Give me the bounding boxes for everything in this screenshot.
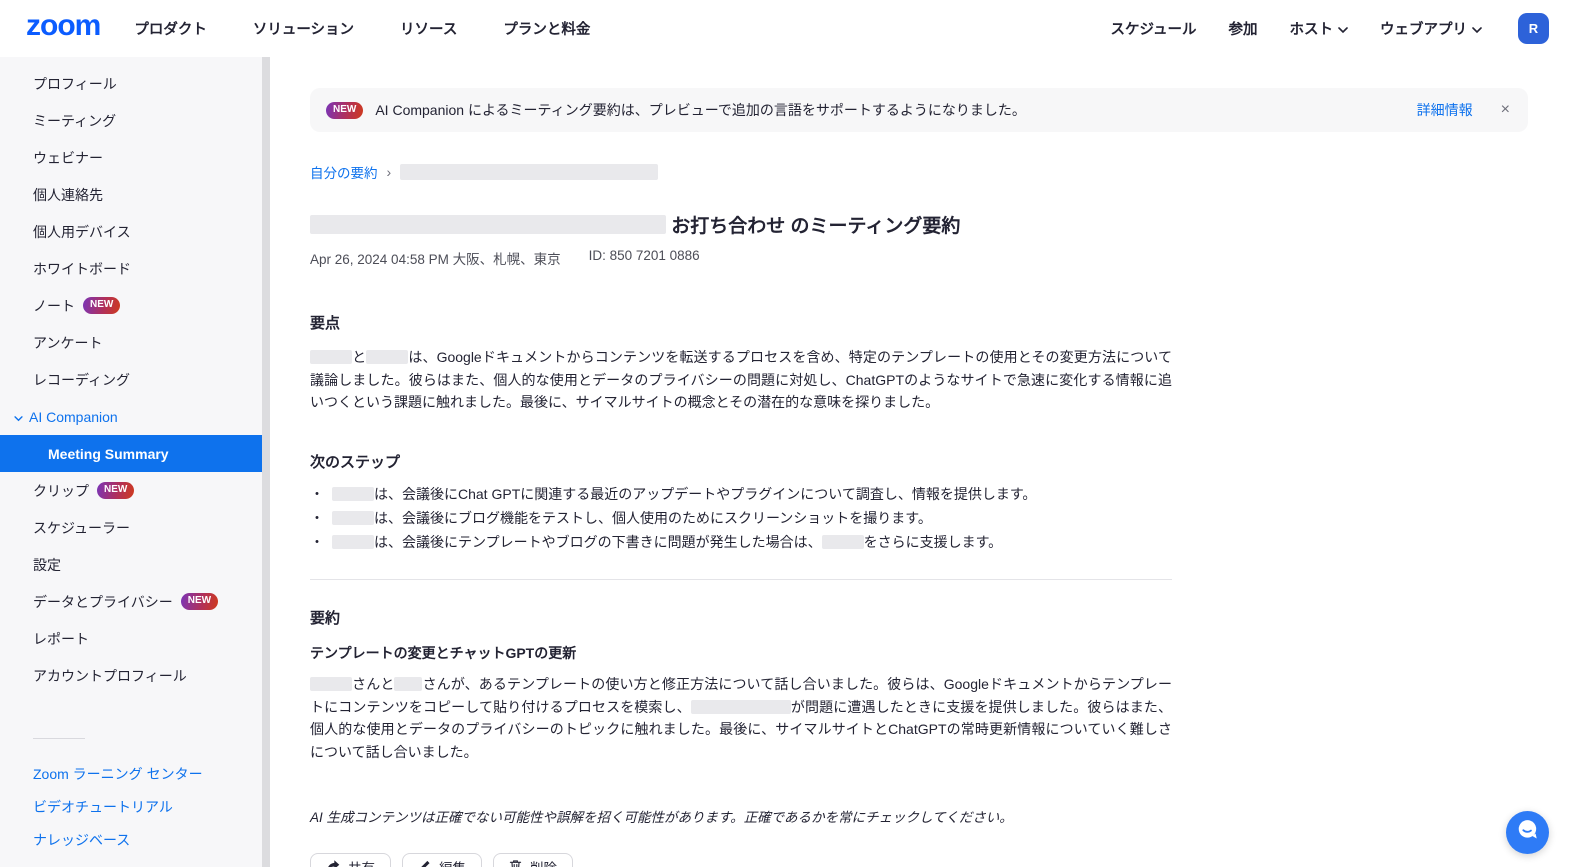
new-badge: NEW (181, 593, 218, 610)
meeting-id: ID: 850 7201 0886 (589, 248, 700, 268)
redacted-name (332, 487, 374, 501)
redacted-name (332, 511, 374, 525)
chat-launcher-button[interactable] (1506, 811, 1549, 854)
sidebar-item-recordings[interactable]: レコーディング (0, 361, 270, 398)
share-icon (326, 859, 340, 867)
action-buttons: 共有 編集 削除 (310, 853, 1172, 867)
next-step-item: ・ は、会議後にブログ機能をテストし、個人使用のためにスクリーンショットを撮りま… (310, 509, 1172, 528)
sidebar-link-knowledge-base[interactable]: ナレッジベース (0, 823, 270, 856)
nav-solutions[interactable]: ソリューション (253, 18, 354, 39)
sidebar-link-learning-center[interactable]: Zoom ラーニング センター (0, 757, 270, 790)
summary-subheading: テンプレートの変更とチャットGPTの更新 (310, 643, 1172, 663)
top-header: zoom プロダクト ソリューション リソース プランと料金 スケジュール 参加… (0, 0, 1575, 57)
zoom-logo[interactable]: zoom (26, 11, 100, 47)
new-badge: NEW (97, 482, 134, 499)
nav-host[interactable]: ホスト (1290, 18, 1349, 39)
sidebar-item-account-profile[interactable]: アカウントプロフィール (0, 657, 270, 694)
keypoints-body: とは、Googleドキュメントからコンテンツを転送するプロセスを含め、特定のテン… (310, 346, 1172, 414)
edit-button[interactable]: 編集 (402, 853, 482, 867)
breadcrumb-my-summaries[interactable]: 自分の要約 (310, 162, 378, 182)
share-button[interactable]: 共有 (310, 853, 391, 867)
banner-message: AI Companion によるミーティング要約は、プレビューで追加の言語をサポ… (375, 100, 1026, 120)
next-step-item: ・ は、会議後にテンプレートやブログの下書きに問題が発生した場合は、をさらに支援… (310, 533, 1172, 552)
sidebar-item-meeting-summary[interactable]: Meeting Summary (0, 435, 262, 472)
summary-body: さんとさんが、あるテンプレートの使い方と修正方法について話し合いました。彼らは、… (310, 673, 1172, 764)
redacted-name (310, 350, 352, 364)
summary-heading: 要約 (310, 607, 1172, 628)
sidebar-item-whiteboard[interactable]: ホワイトボード (0, 250, 270, 287)
nav-webapp[interactable]: ウェブアプリ (1380, 18, 1482, 39)
sidebar-item-settings[interactable]: 設定 (0, 546, 270, 583)
nav-products[interactable]: プロダクト (134, 18, 207, 39)
nav-plans[interactable]: プランと料金 (503, 18, 590, 39)
pencil-icon (418, 859, 431, 867)
sidebar-item-notes[interactable]: ノートNEW (0, 287, 270, 324)
keypoints-heading: 要点 (310, 312, 1172, 333)
next-step-item: ・ は、会議後にChat GPTに関連する最近のアップデートやプラグインについて… (310, 485, 1172, 504)
sidebar-item-contacts[interactable]: 個人連絡先 (0, 176, 270, 213)
redacted-name (691, 700, 791, 714)
redacted-name (310, 677, 352, 691)
delete-button[interactable]: 削除 (493, 853, 573, 867)
nav-resources[interactable]: リソース (400, 18, 457, 39)
section-summary-detail: 要約 テンプレートの変更とチャットGPTの更新 さんとさんが、あるテンプレートの… (310, 607, 1172, 764)
redacted-meeting-name (310, 215, 666, 234)
secondary-nav: スケジュール 参加 ホスト ウェブアプリ R (1111, 13, 1550, 44)
chevron-down-icon (1338, 22, 1348, 38)
announcement-banner: NEW AI Companion によるミーティング要約は、プレビューで追加の言… (310, 88, 1528, 132)
sidebar-item-data-privacy[interactable]: データとプライバシーNEW (0, 583, 270, 620)
section-next-steps: 次のステップ ・ は、会議後にChat GPTに関連する最近のアップデートやプラ… (310, 451, 1172, 552)
sidebar: プロフィール ミーティング ウェビナー 個人連絡先 個人用デバイス ホワイトボー… (0, 57, 270, 867)
redacted-name (366, 350, 408, 364)
sidebar-item-clips[interactable]: クリップNEW (0, 472, 270, 509)
meeting-meta: Apr 26, 2024 04:58 PM 大阪、札幌、東京 ID: 850 7… (310, 248, 1528, 268)
new-badge: NEW (326, 102, 363, 119)
primary-nav: プロダクト ソリューション リソース プランと料金 (134, 18, 590, 39)
breadcrumb-separator: › (387, 164, 392, 180)
new-badge: NEW (83, 297, 120, 314)
redacted-name (332, 535, 374, 549)
sidebar-item-scheduler[interactable]: スケジューラー (0, 509, 270, 546)
close-icon[interactable]: × (1501, 102, 1510, 118)
next-steps-heading: 次のステップ (310, 451, 1172, 472)
sidebar-item-ai-companion[interactable]: AI Companion (0, 398, 270, 435)
redacted-breadcrumb-title (400, 164, 658, 180)
section-divider (310, 579, 1172, 580)
avatar[interactable]: R (1518, 13, 1549, 44)
banner-details-link[interactable]: 詳細情報 (1417, 100, 1473, 120)
sidebar-item-meetings[interactable]: ミーティング (0, 102, 270, 139)
sidebar-item-profile[interactable]: プロフィール (0, 65, 270, 102)
breadcrumb: 自分の要約 › (310, 162, 1528, 182)
ai-disclaimer: AI 生成コンテンツは正確でない可能性や誤解を招く可能性があります。正確であるか… (310, 806, 1172, 826)
meeting-datetime: Apr 26, 2024 04:58 PM 大阪、札幌、東京 (310, 248, 561, 268)
main-content: NEW AI Companion によるミーティング要約は、プレビューで追加の言… (270, 57, 1575, 867)
trash-icon (509, 859, 522, 867)
sidebar-item-devices[interactable]: 個人用デバイス (0, 213, 270, 250)
sidebar-divider (33, 738, 85, 739)
redacted-name (394, 677, 422, 691)
nav-schedule[interactable]: スケジュール (1111, 18, 1197, 39)
section-keypoints: 要点 とは、Googleドキュメントからコンテンツを転送するプロセスを含め、特定… (310, 312, 1172, 414)
sidebar-item-reports[interactable]: レポート (0, 620, 270, 657)
page-title: お打ち合わせ のミーティング要約 (310, 211, 1528, 238)
sidebar-scrollbar[interactable] (262, 57, 270, 867)
nav-join[interactable]: 参加 (1229, 18, 1258, 39)
chevron-down-icon (14, 409, 23, 425)
redacted-name (822, 535, 864, 549)
sidebar-link-video-tutorials[interactable]: ビデオチュートリアル (0, 790, 270, 823)
sidebar-item-webinars[interactable]: ウェビナー (0, 139, 270, 176)
chat-bubble-icon (1516, 818, 1540, 847)
chevron-down-icon (1472, 22, 1482, 38)
sidebar-item-surveys[interactable]: アンケート (0, 324, 270, 361)
